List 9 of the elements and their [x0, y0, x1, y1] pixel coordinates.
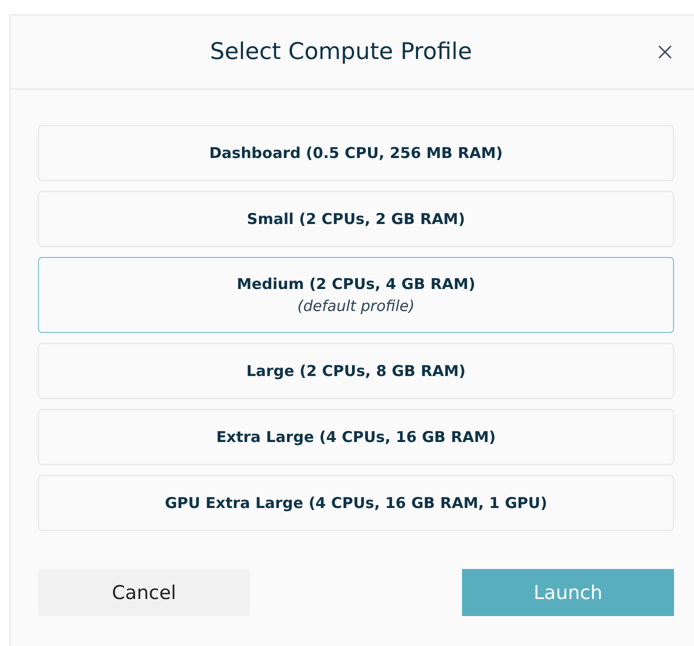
cancel-button[interactable]: Cancel: [38, 569, 250, 616]
profile-option[interactable]: Large (2 CPUs, 8 GB RAM): [38, 343, 674, 399]
profile-option[interactable]: Extra Large (4 CPUs, 16 GB RAM): [38, 409, 674, 465]
close-icon: [658, 45, 672, 59]
profile-option[interactable]: Dashboard (0.5 CPU, 256 MB RAM): [38, 125, 674, 181]
profile-option[interactable]: Small (2 CPUs, 2 GB RAM): [38, 191, 674, 247]
profile-option[interactable]: GPU Extra Large (4 CPUs, 16 GB RAM, 1 GPU): [38, 475, 674, 531]
dialog-title: Select Compute Profile: [209, 39, 473, 65]
profile-option[interactable]: Medium (2 CPUs, 4 GB RAM) (default profile): [38, 257, 674, 333]
